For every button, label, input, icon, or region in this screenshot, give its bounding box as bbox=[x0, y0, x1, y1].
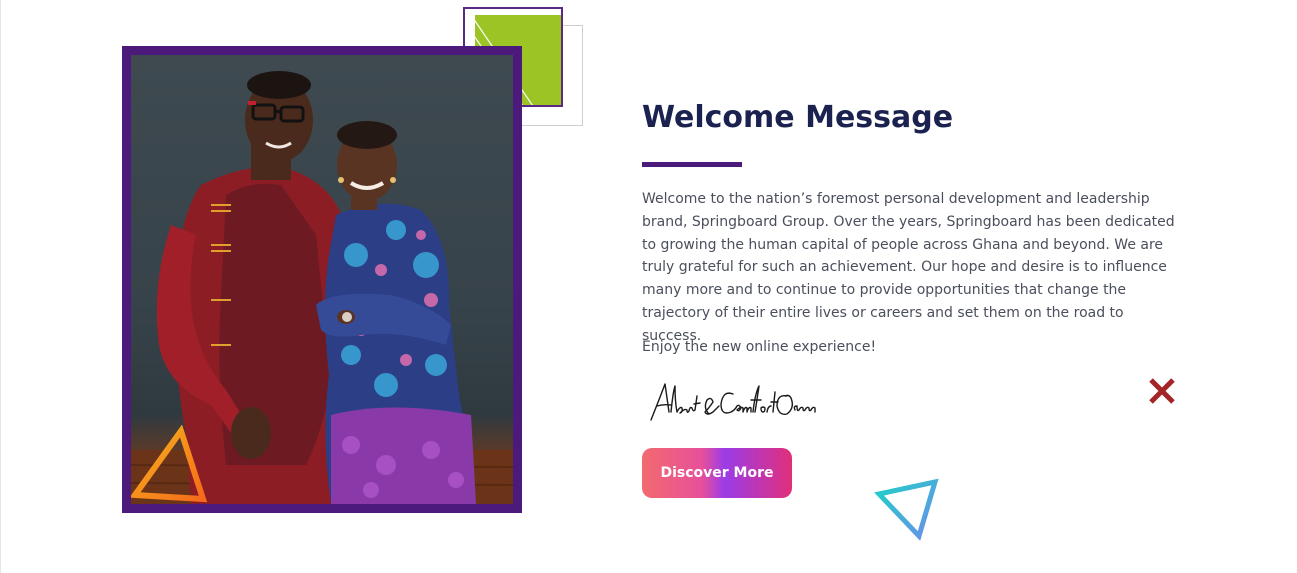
discover-more-button[interactable]: Discover More bbox=[642, 448, 792, 498]
couple-photo bbox=[131, 55, 513, 504]
welcome-section: Welcome Message Welcome to the nation’s … bbox=[0, 0, 1297, 573]
teal-triangle-decoration bbox=[874, 478, 939, 541]
close-x-icon[interactable] bbox=[1148, 377, 1176, 405]
page-title: Welcome Message bbox=[642, 100, 954, 135]
welcome-paragraph: Welcome to the nation’s foremost persona… bbox=[642, 191, 1175, 344]
handwritten-signature-image bbox=[650, 383, 816, 421]
title-underline-divider bbox=[642, 162, 742, 167]
closing-line: Enjoy the new online experience! bbox=[642, 339, 877, 355]
photo-frame bbox=[122, 46, 522, 513]
orange-triangle-decoration bbox=[131, 425, 208, 503]
